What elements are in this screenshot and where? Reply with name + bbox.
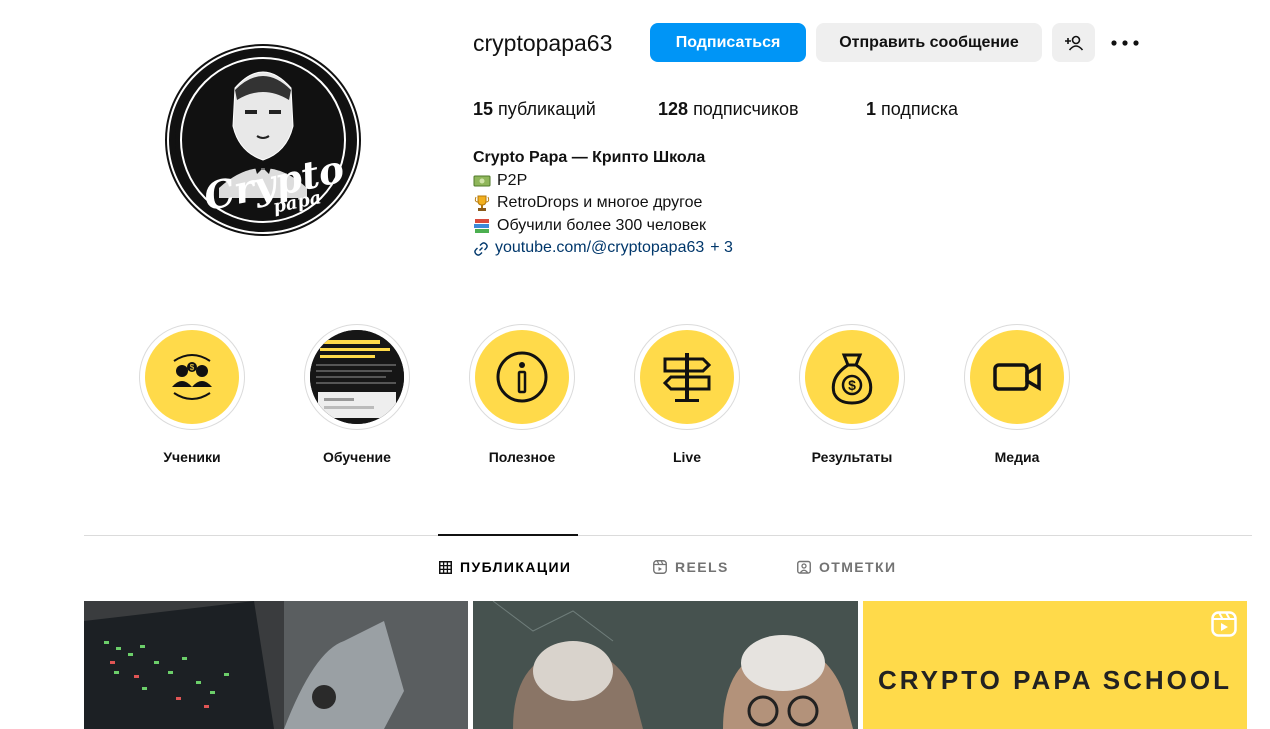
profile-avatar[interactable]: Crypto papa [167,46,359,234]
follow-button[interactable]: Подписаться [650,23,806,62]
bio-link[interactable]: youtube.com/@cryptopapa63 + 3 [473,237,733,260]
tab-tagged[interactable]: ОТМЕТКИ [797,559,896,575]
profile-bio: Crypto Papa — Крипто Школа P2P RetroDrop… [473,147,733,260]
stat-posts: 15 публикаций [473,99,596,120]
money-icon [473,175,491,187]
trophy-icon [474,195,490,212]
highlight-live[interactable]: Live [632,324,742,465]
tab-label: ПУБЛИКАЦИИ [460,559,572,575]
signpost-icon [662,353,712,402]
highlight-results[interactable]: $ Результаты [797,324,907,465]
post-thumbnail[interactable] [84,601,468,729]
bio-link-text[interactable]: youtube.com/@cryptopapa63 [495,237,704,260]
highlight-students[interactable]: $ Ученики [137,324,247,465]
grid-icon [439,560,452,574]
post-title: CRYPTO PAPA SCHOOL [878,665,1232,695]
tab-label: ОТМЕТКИ [819,559,897,575]
highlight-label: Результаты [811,449,893,465]
followers-label: подписчиков [693,99,799,119]
profile-username: cryptopapa63 [473,30,613,56]
post-reel-thumbnail[interactable]: CRYPTO PAPA SCHOOL [863,601,1247,729]
bio-line-text: P2P [497,171,528,189]
highlight-label: Полезное [488,449,556,465]
highlight-label: Обучение [323,449,391,465]
svg-text:$: $ [190,363,195,372]
active-tab-indicator [438,534,578,536]
bio-link-more[interactable]: + 3 [710,237,733,260]
following-label: подписка [881,99,958,119]
tabs-divider [84,535,1252,536]
svg-text:$: $ [848,377,856,393]
more-icon [1111,40,1139,46]
highlight-label: Медиа [994,449,1040,465]
stat-followers[interactable]: 128 подписчиков [658,99,799,120]
people-exchange-icon: $ [172,354,212,400]
tab-posts[interactable]: ПУБЛИКАЦИИ [439,559,571,575]
posts-count: 15 [473,99,494,119]
bio-line-text: Обучили более 300 человек [497,216,707,234]
highlight-useful[interactable]: Полезное [467,324,577,465]
link-icon [474,241,488,256]
posts-label: публикаций [498,99,596,119]
bio-line: Обучили более 300 человек [473,215,733,238]
reels-icon [1211,611,1237,637]
post-thumbnail[interactable] [473,601,858,729]
video-camera-icon [993,362,1041,392]
tab-reels[interactable]: REELS [653,559,729,575]
highlight-label: Ученики [163,449,221,465]
suggested-users-button[interactable] [1052,23,1095,62]
add-user-icon [1064,35,1083,51]
bio-line: P2P [473,170,733,193]
tab-label: REELS [675,559,729,575]
trading-screen-image [84,601,468,729]
reels-icon [653,560,667,574]
lesson-screenshot [310,330,404,424]
followers-count: 128 [658,99,689,119]
info-icon [496,351,548,403]
following-count: 1 [866,99,877,119]
more-options-button[interactable] [1108,28,1142,58]
highlight-learning[interactable]: Обучение [302,324,412,465]
highlight-media[interactable]: Медиа [962,324,1072,465]
highlight-label: Live [672,449,701,465]
books-icon [474,219,489,234]
send-message-button[interactable]: Отправить сообщение [816,23,1042,62]
bio-line-text: RetroDrops и многое другое [497,194,703,212]
tagged-icon [797,560,811,574]
old-men-image [473,601,858,729]
bio-line: RetroDrops и многое другое [473,192,733,215]
bio-name: Crypto Papa — Крипто Школа [473,149,706,166]
money-bag-icon: $ [831,353,873,405]
stat-following[interactable]: 1 подписка [866,99,958,120]
